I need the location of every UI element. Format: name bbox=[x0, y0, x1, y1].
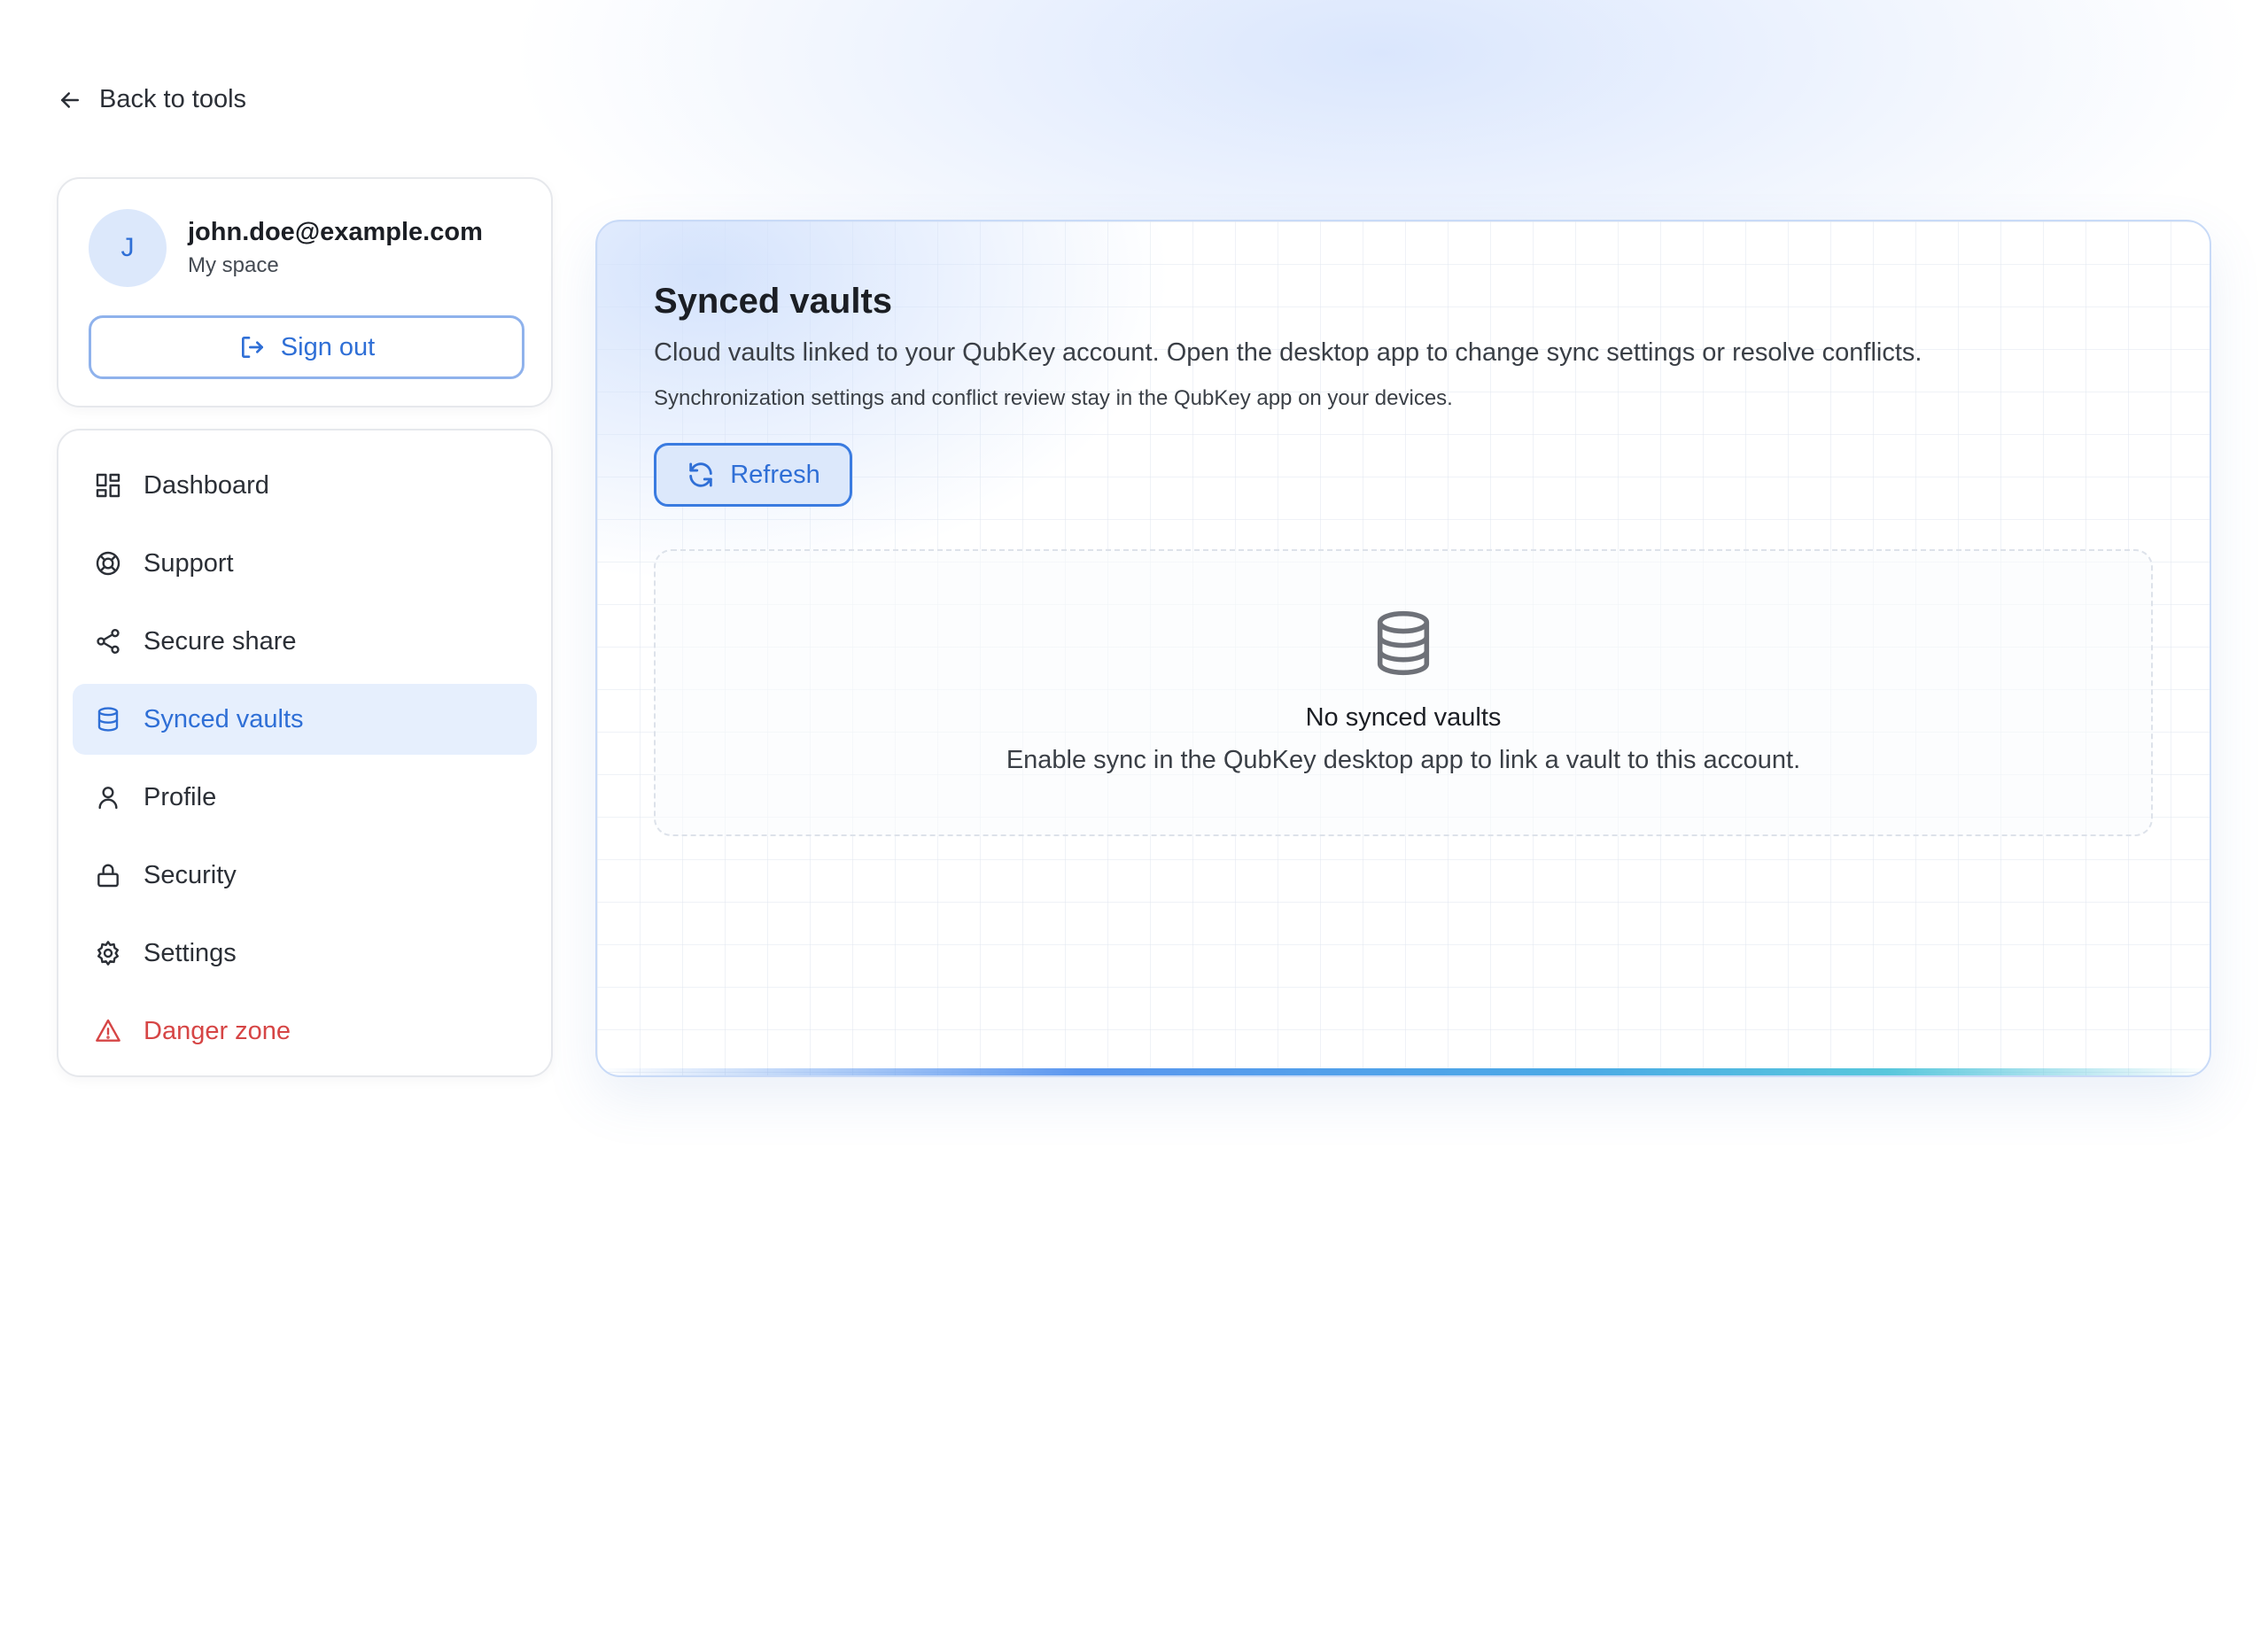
account-space: My space bbox=[188, 253, 279, 277]
account-card: J john.doe@example.com My space Sign out bbox=[57, 177, 553, 407]
back-to-tools-label: Back to tools bbox=[99, 85, 247, 113]
database-icon bbox=[97, 707, 119, 732]
lifebuoy-icon bbox=[96, 551, 120, 576]
sign-out-icon bbox=[241, 337, 263, 358]
account-email: john.doe@example.com bbox=[188, 218, 483, 246]
sign-out-button[interactable]: Sign out bbox=[89, 315, 524, 379]
sidebar-item-synced-vaults[interactable]: Synced vaults bbox=[73, 684, 537, 755]
synced-vaults-panel: Synced vaults Cloud vaults linked to you… bbox=[595, 220, 2211, 1077]
sidebar-item-security[interactable]: Security bbox=[73, 840, 537, 911]
page-title: Synced vaults bbox=[654, 282, 893, 321]
refresh-button[interactable]: Refresh bbox=[654, 443, 852, 507]
sidebar-item-settings[interactable]: Settings bbox=[73, 918, 537, 989]
sidebar-item-support[interactable]: Support bbox=[73, 528, 537, 599]
gear-icon bbox=[97, 941, 119, 966]
sidebar-item-danger-zone[interactable]: Danger zone bbox=[73, 996, 537, 1067]
empty-state-title: No synced vaults bbox=[1305, 703, 1502, 732]
sidebar-item-label: Settings bbox=[144, 938, 237, 967]
dashboard-icon bbox=[96, 473, 120, 498]
user-icon bbox=[98, 787, 118, 810]
warning-icon bbox=[96, 1019, 120, 1042]
page-description: Cloud vaults linked to your QubKey accou… bbox=[654, 338, 1922, 367]
sidebar-item-label: Security bbox=[144, 860, 237, 889]
share-icon bbox=[97, 629, 120, 654]
page-note: Synchronization settings and conflict re… bbox=[654, 386, 1453, 410]
sidebar-item-profile[interactable]: Profile bbox=[73, 762, 537, 833]
accent-line bbox=[597, 1068, 2210, 1075]
sidebar-item-label: Profile bbox=[144, 782, 217, 811]
refresh-icon bbox=[689, 462, 712, 487]
arrow-left-icon bbox=[61, 91, 79, 108]
sidebar-item-label: Support bbox=[144, 548, 234, 578]
sidebar-item-label: Secure share bbox=[144, 626, 297, 656]
lock-icon bbox=[97, 864, 119, 888]
sidebar-item-label: Danger zone bbox=[144, 1016, 291, 1045]
back-to-tools-link[interactable]: Back to tools bbox=[57, 85, 246, 114]
refresh-label: Refresh bbox=[730, 460, 820, 489]
empty-state-description: Enable sync in the QubKey desktop app to… bbox=[1006, 746, 1801, 774]
sidebar-item-secure-share[interactable]: Secure share bbox=[73, 606, 537, 677]
sign-out-label: Sign out bbox=[280, 332, 376, 361]
sidebar-item-dashboard[interactable]: Dashboard bbox=[73, 450, 537, 521]
sidebar-nav: Dashboard Support Secure share Synced va… bbox=[57, 429, 553, 1077]
sidebar-item-label: Synced vaults bbox=[144, 704, 304, 733]
database-icon bbox=[1377, 610, 1430, 676]
empty-state: No synced vaults Enable sync in the QubK… bbox=[654, 549, 2153, 836]
sidebar-item-label: Dashboard bbox=[144, 470, 269, 500]
avatar: J bbox=[89, 209, 167, 287]
